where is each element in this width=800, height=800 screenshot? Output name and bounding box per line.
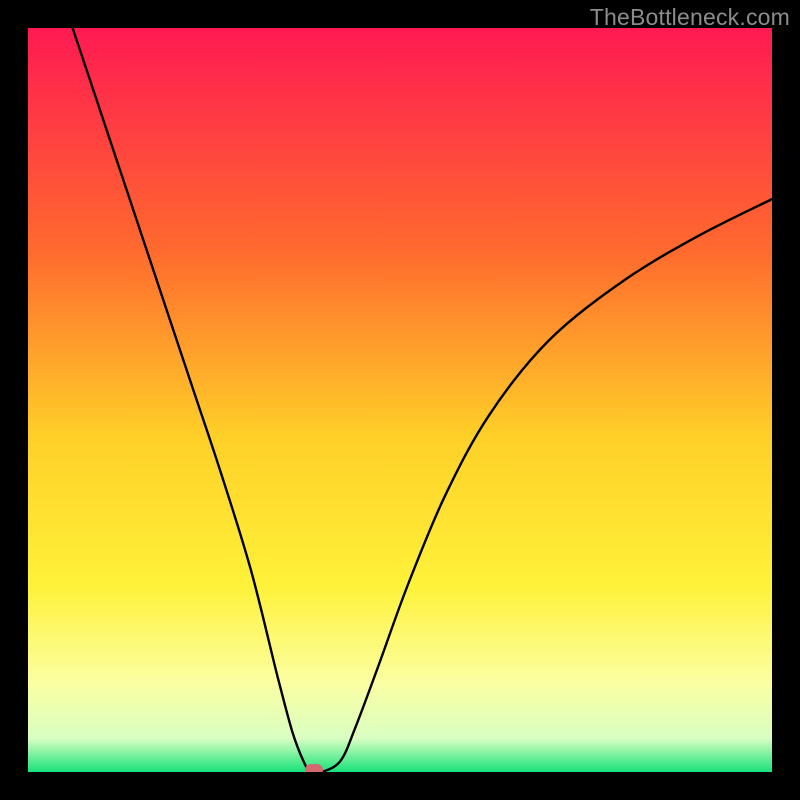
curve-layer [28,28,772,772]
plot-area [28,28,772,772]
bottleneck-curve [73,28,772,772]
chart-stage: TheBottleneck.com [0,0,800,800]
watermark-label: TheBottleneck.com [590,4,790,31]
